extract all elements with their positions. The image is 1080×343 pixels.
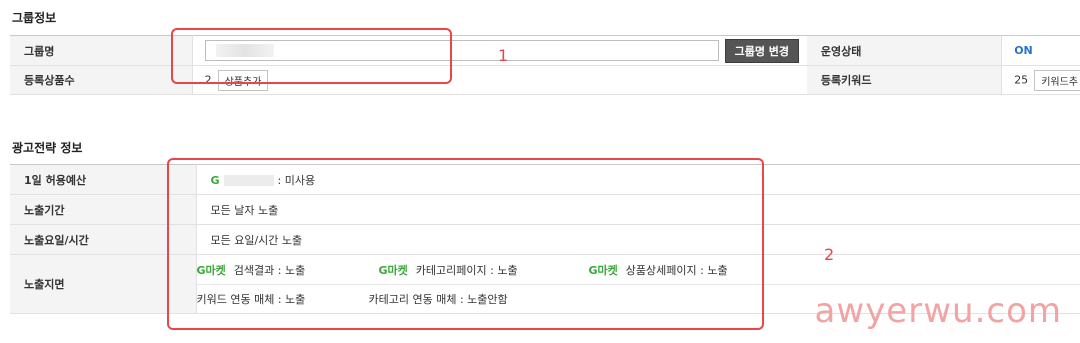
annotation-number-2: 2	[824, 245, 835, 264]
registered-products-label: 등록상품수	[10, 65, 193, 95]
group-info-title: 그룹정보	[12, 11, 57, 25]
status-value[interactable]: ON	[1014, 44, 1033, 57]
annotation-number-1: 1	[498, 46, 509, 65]
change-group-name-button[interactable]: 그룹명 변경	[724, 38, 800, 63]
registered-keywords-label: 등록키워드	[806, 65, 1003, 95]
strategy-info-title: 광고전략 정보	[12, 141, 83, 155]
keyword-button[interactable]: 키워드추	[1034, 69, 1080, 91]
registered-keywords-count: 25	[1014, 73, 1029, 86]
watermark: awyerwu.com	[814, 291, 1062, 331]
annotation-box-2	[167, 158, 764, 330]
annotation-box-1	[171, 28, 452, 84]
status-label: 운영상태	[806, 35, 1003, 66]
group-name-label: 그룹명	[10, 35, 193, 66]
